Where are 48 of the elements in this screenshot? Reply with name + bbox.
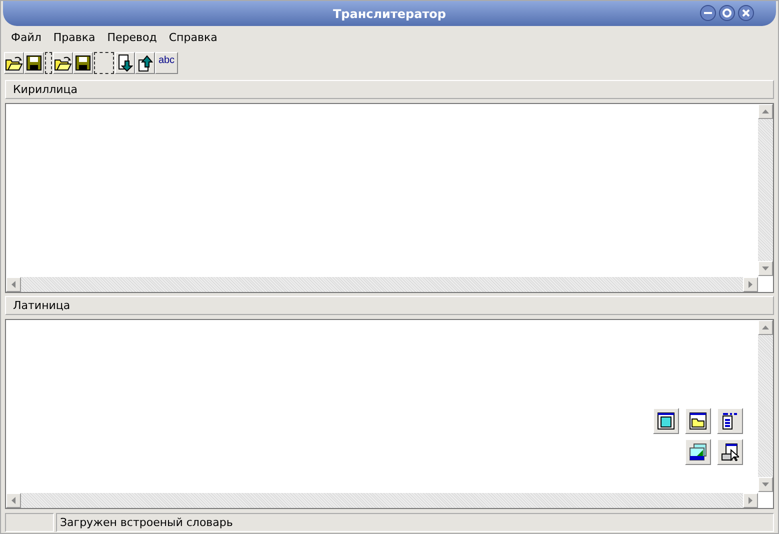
up-arrow-icon [762,325,769,330]
section-header: Кириллица [5,80,774,99]
dialog-cursor-icon [721,443,739,461]
folder-icon [54,54,72,70]
page-down-arrow-icon [117,54,133,72]
menu-item[interactable]: Правка [47,30,102,44]
vertical-scrollbar[interactable] [758,104,773,276]
save-tool-button[interactable] [653,408,679,434]
right-arrow-icon [748,281,753,288]
save-button[interactable] [24,52,44,74]
close-icon [741,8,751,18]
picture-stack-icon [689,443,707,461]
horizontal-scrollbar[interactable] [6,493,758,508]
up-arrow-icon [762,109,769,114]
vertical-scrollbar[interactable] [758,320,773,492]
down-arrow-icon [762,266,769,271]
folder-window-icon [689,412,707,430]
open-tool-button[interactable] [685,408,711,434]
horizontal-scrollbar[interactable] [6,277,758,292]
down-arrow-icon [762,482,769,487]
section-header: Латиница [5,296,774,315]
open-button[interactable] [53,52,73,74]
toolbar-placeholder [94,52,114,74]
maximize-icon [722,8,732,18]
window-title: Транслитератор [332,6,446,20]
save-button[interactable] [73,52,93,74]
right-arrow-icon [748,497,753,504]
floppy-window-icon [657,412,675,430]
page-up-arrow-icon [137,54,153,72]
maximize-button[interactable] [719,5,735,21]
status-message: Загружен встроеный словарь [56,513,774,532]
left-arrow-icon [11,281,16,288]
close-button[interactable] [738,5,754,21]
image-tool-button[interactable] [685,439,711,465]
list-tool-button[interactable] [717,408,743,434]
spellcheck-button[interactable]: abc [155,52,178,74]
import-button[interactable] [115,52,135,74]
toolbar-separator [45,52,52,74]
menu-item[interactable]: Файл [5,30,48,44]
export-button[interactable] [135,52,155,74]
open-button[interactable] [4,52,24,74]
folder-icon [5,54,23,70]
minimize-button[interactable] [700,5,716,21]
dialog-tool-button[interactable] [717,439,743,465]
menu-item[interactable]: Справка [162,30,224,44]
left-arrow-icon [11,497,16,504]
menu-item[interactable]: Перевод [101,30,163,44]
list-window-icon [721,412,739,430]
